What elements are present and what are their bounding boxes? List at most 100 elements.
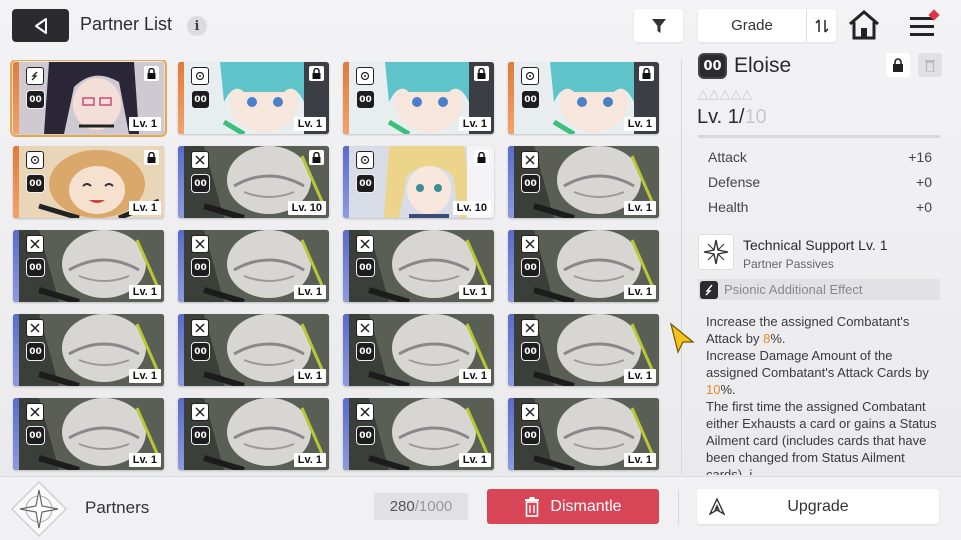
upgrade-label: Upgrade [787,497,849,515]
stat-value: +0 [916,174,932,190]
back-button[interactable] [12,9,69,42]
trash-icon [524,496,540,517]
effect-description[interactable]: Increase the assigned Combatant's Attack… [706,313,940,475]
partner-grid[interactable]: 00 Lv. 1 00 Lv. 1 00 Lv. 1 00 Lv. 1 00 Lv. 1 00 Lv.… [10,60,668,474]
effect-text: %. [720,382,736,397]
sort-label: Grade [731,17,773,34]
partner-card[interactable]: 00 Lv. 1 [508,146,659,218]
partner-type-icon [26,67,44,85]
partner-card[interactable]: 00 Lv. 1 [343,230,494,302]
passive-name: Technical Support Lv. 1 [743,237,888,253]
lock-icon [893,58,903,72]
stat-row-health: Health +0 [698,196,940,218]
partner-card[interactable]: 00 Lv. 1 [178,230,329,302]
trash-icon [925,60,935,72]
partner-level-tag: Lv. 1 [623,117,656,131]
partner-name: Eloise [734,54,792,77]
lock-icon [639,66,654,81]
partner-level-tag: Lv. 10 [287,201,326,215]
partner-card[interactable]: 00 Lv. 1 [13,230,164,302]
psionic-label: Psionic Additional Effect [724,282,863,297]
partner-card[interactable]: 00 Lv. 1 [508,314,659,386]
partner-level: Lv. 1/10 [697,106,767,129]
partner-level-tag: Lv. 1 [128,453,161,467]
stat-label: Health [708,199,749,215]
discard-toggle-button[interactable] [918,53,942,77]
stat-value: +0 [916,199,932,215]
page-title: Partner List [80,14,173,34]
partner-level-tag: Lv. 1 [458,117,491,131]
partner-type-icon [191,319,209,337]
rank-badge: 00 [191,174,210,193]
effect-text: Increase the assigned Combatant's Attack… [706,314,910,346]
partner-card[interactable]: 00 Lv. 1 [13,398,164,470]
partner-type-icon [521,235,539,253]
partner-type-icon [356,151,374,169]
footer-divider [678,490,679,524]
lock-icon [474,150,489,165]
partner-type-icon [356,403,374,421]
filter-icon [651,18,666,33]
star-burst-icon [703,239,729,265]
partner-type-icon [356,67,374,85]
panel-divider [681,60,682,474]
passive-subtitle: Partner Passives [743,257,834,271]
effect-text: The first time the assigned Combatant ei… [706,399,937,475]
passive-skill-icon[interactable] [698,234,734,270]
filter-button[interactable] [634,9,683,42]
partner-card[interactable]: 00 Lv. 1 [13,314,164,386]
mouse-cursor-icon [669,322,695,354]
partner-card[interactable]: 00 Lv. 1 [508,398,659,470]
partner-type-icon [521,151,539,169]
dismantle-button[interactable]: Dismantle [487,489,659,524]
partner-card[interactable]: 00 Lv. 1 [10,60,167,137]
partner-level-tag: Lv. 1 [623,453,656,467]
partner-type-icon [191,403,209,421]
partner-count: 280 / 1000 [374,493,468,520]
partner-card[interactable]: 00 Lv. 1 [343,398,494,470]
partner-level-tag: Lv. 1 [293,453,326,467]
rank-badge: 00 [521,90,540,109]
partner-card[interactable]: 00 Lv. 1 [13,146,164,218]
dismantle-label: Dismantle [550,497,622,515]
rank-badge: 00 [26,342,45,361]
effect-value: 10 [706,382,721,397]
partner-card[interactable]: 00 Lv. 1 [178,314,329,386]
stat-value: +16 [908,149,932,165]
partner-level-tag: Lv. 1 [458,369,491,383]
rank-badge: 00 [356,90,375,109]
upgrade-button[interactable]: Upgrade [697,489,939,524]
info-icon[interactable]: i [187,16,207,36]
partner-card[interactable]: 00 Lv. 1 [343,314,494,386]
psionic-effect-header: Psionic Additional Effect [698,279,940,300]
home-button[interactable] [848,8,880,42]
rank-badge: 00 [26,90,45,109]
lock-toggle-button[interactable] [886,53,910,77]
partners-emblem-icon [8,478,70,540]
rank-badge: 00 [356,426,375,445]
partner-level-tag: Lv. 10 [452,201,491,215]
star-rating: △△△△△ [698,86,753,101]
partner-level-tag: Lv. 1 [293,285,326,299]
partner-card[interactable]: 00 Lv. 1 [508,62,659,134]
partner-card[interactable]: 00 Lv. 10 [343,146,494,218]
sort-order-toggle[interactable] [806,9,836,42]
partner-type-icon [191,151,209,169]
rank-badge: 00 [191,342,210,361]
partner-level-tag: Lv. 1 [623,285,656,299]
sort-dropdown[interactable]: Grade [698,9,836,42]
section-label: Partners [85,498,150,517]
psionic-icon [700,280,718,299]
menu-button[interactable] [906,9,940,42]
partner-card[interactable]: 00 Lv. 1 [343,62,494,134]
partner-level-tag: Lv. 1 [293,117,326,131]
partner-card[interactable]: 00 Lv. 1 [178,398,329,470]
rank-badge: 00 [26,174,45,193]
partner-type-icon [356,319,374,337]
back-arrow-icon [34,17,47,34]
partner-type-icon [26,319,44,337]
partner-card[interactable]: 00 Lv. 1 [178,62,329,134]
partner-card[interactable]: 00 Lv. 1 [508,230,659,302]
partner-card[interactable]: 00 Lv. 10 [178,146,329,218]
partner-level-tag: Lv. 1 [128,285,161,299]
